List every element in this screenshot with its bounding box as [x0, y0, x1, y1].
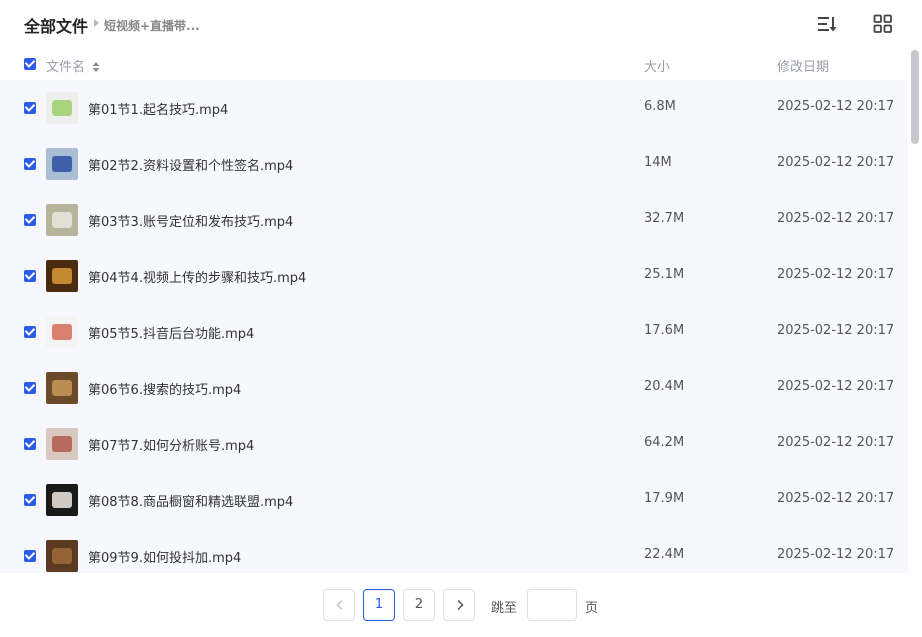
- file-size: 64.2M: [644, 435, 685, 450]
- header: 全部文件 短视频+直播带...: [0, 0, 922, 48]
- column-date-label[interactable]: 修改日期: [777, 56, 829, 75]
- page-button-1[interactable]: 1: [363, 589, 395, 621]
- file-date: 2025-02-12 20:17: [777, 211, 895, 226]
- table-row[interactable]: 第06节6.搜索的技巧.mp4 20.4M 2025-02-12 20:17: [0, 360, 908, 416]
- scrollbar-thumb[interactable]: [911, 50, 919, 144]
- scrollbar[interactable]: [910, 48, 919, 573]
- file-size: 22.4M: [644, 547, 685, 562]
- file-list: 第01节1.起名技巧.mp4 6.8M 2025-02-12 20:17 第02节2.…: [0, 80, 908, 573]
- chevron-left-icon: [336, 599, 343, 611]
- file-size: 32.7M: [644, 211, 685, 226]
- row-checkbox[interactable]: [24, 438, 36, 450]
- file-date: 2025-02-12 20:17: [777, 99, 895, 114]
- file-size: 20.4M: [644, 379, 685, 394]
- table-row[interactable]: 第01节1.起名技巧.mp4 6.8M 2025-02-12 20:17: [0, 80, 908, 136]
- file-date: 2025-02-12 20:17: [777, 547, 895, 562]
- video-thumbnail[interactable]: [46, 484, 78, 516]
- file-date: 2025-02-12 20:17: [777, 267, 895, 282]
- breadcrumb-root[interactable]: 全部文件: [24, 13, 88, 37]
- file-name[interactable]: 第06节6.搜索的技巧.mp4: [88, 379, 241, 398]
- file-name[interactable]: 第02节2.资料设置和个性签名.mp4: [88, 155, 293, 174]
- page-unit-label: 页: [585, 601, 599, 616]
- row-checkbox[interactable]: [24, 494, 36, 506]
- column-name-label[interactable]: 文件名: [46, 56, 85, 75]
- table-row[interactable]: 第08节8.商品橱窗和精选联盟.mp4 17.9M 2025-02-12 20:17: [0, 472, 908, 528]
- thumbnail-detail: [52, 268, 72, 284]
- file-name[interactable]: 第07节7.如何分析账号.mp4: [88, 435, 254, 454]
- file-name[interactable]: 第05节5.抖音后台功能.mp4: [88, 323, 254, 342]
- file-name[interactable]: 第09节9.如何投抖加.mp4: [88, 547, 241, 566]
- row-checkbox[interactable]: [24, 270, 36, 282]
- grid-view-icon[interactable]: [873, 14, 893, 34]
- select-all-checkbox[interactable]: [24, 58, 36, 70]
- breadcrumb-separator-icon: [94, 19, 99, 27]
- pagination: 1 2 跳至 页: [0, 573, 922, 637]
- row-checkbox[interactable]: [24, 102, 36, 114]
- column-header: 文件名 大小 修改日期: [0, 48, 908, 80]
- thumbnail-detail: [52, 212, 72, 228]
- video-thumbnail[interactable]: [46, 92, 78, 124]
- table-row[interactable]: 第03节3.账号定位和发布技巧.mp4 32.7M 2025-02-12 20:17: [0, 192, 908, 248]
- video-thumbnail[interactable]: [46, 260, 78, 292]
- sort-list-icon[interactable]: [817, 14, 837, 34]
- jump-label: 跳至: [491, 601, 518, 616]
- table-row[interactable]: 第07节7.如何分析账号.mp4 64.2M 2025-02-12 20:17: [0, 416, 908, 472]
- row-checkbox[interactable]: [24, 382, 36, 394]
- table-row[interactable]: 第02节2.资料设置和个性签名.mp4 14M 2025-02-12 20:17: [0, 136, 908, 192]
- thumbnail-detail: [52, 324, 72, 340]
- jump-page-input[interactable]: [527, 589, 577, 621]
- video-thumbnail[interactable]: [46, 204, 78, 236]
- thumbnail-detail: [52, 156, 72, 172]
- file-size: 17.6M: [644, 323, 685, 338]
- column-size-label[interactable]: 大小: [644, 56, 670, 75]
- file-date: 2025-02-12 20:17: [777, 323, 895, 338]
- file-size: 17.9M: [644, 491, 685, 506]
- file-size: 25.1M: [644, 267, 685, 282]
- file-date: 2025-02-12 20:17: [777, 435, 895, 450]
- file-name[interactable]: 第03节3.账号定位和发布技巧.mp4: [88, 211, 293, 230]
- table-row[interactable]: 第04节4.视频上传的步骤和技巧.mp4 25.1M 2025-02-12 20:1…: [0, 248, 908, 304]
- video-thumbnail[interactable]: [46, 316, 78, 348]
- thumbnail-detail: [52, 436, 72, 452]
- breadcrumb-current[interactable]: 短视频+直播带...: [104, 17, 200, 34]
- video-thumbnail[interactable]: [46, 428, 78, 460]
- file-date: 2025-02-12 20:17: [777, 491, 895, 506]
- thumbnail-detail: [52, 100, 72, 116]
- file-size: 6.8M: [644, 99, 676, 114]
- thumbnail-detail: [52, 492, 72, 508]
- file-date: 2025-02-12 20:17: [777, 379, 895, 394]
- video-thumbnail[interactable]: [46, 540, 78, 572]
- file-date: 2025-02-12 20:17: [777, 155, 895, 170]
- file-size: 14M: [644, 155, 672, 170]
- video-thumbnail[interactable]: [46, 148, 78, 180]
- prev-page-button[interactable]: [323, 589, 355, 621]
- file-name[interactable]: 第08节8.商品橱窗和精选联盟.mp4: [88, 491, 293, 510]
- sort-arrows-icon[interactable]: [92, 58, 100, 72]
- table-row[interactable]: 第09节9.如何投抖加.mp4 22.4M 2025-02-12 20:17: [0, 528, 908, 573]
- row-checkbox[interactable]: [24, 550, 36, 562]
- video-thumbnail[interactable]: [46, 372, 78, 404]
- table-row[interactable]: 第05节5.抖音后台功能.mp4 17.6M 2025-02-12 20:17: [0, 304, 908, 360]
- chevron-right-icon: [457, 599, 464, 611]
- file-name[interactable]: 第04节4.视频上传的步骤和技巧.mp4: [88, 267, 306, 286]
- row-checkbox[interactable]: [24, 214, 36, 226]
- row-checkbox[interactable]: [24, 326, 36, 338]
- file-name[interactable]: 第01节1.起名技巧.mp4: [88, 99, 228, 118]
- page-button-2[interactable]: 2: [403, 589, 435, 621]
- thumbnail-detail: [52, 548, 72, 564]
- next-page-button[interactable]: [443, 589, 475, 621]
- thumbnail-detail: [52, 380, 72, 396]
- row-checkbox[interactable]: [24, 158, 36, 170]
